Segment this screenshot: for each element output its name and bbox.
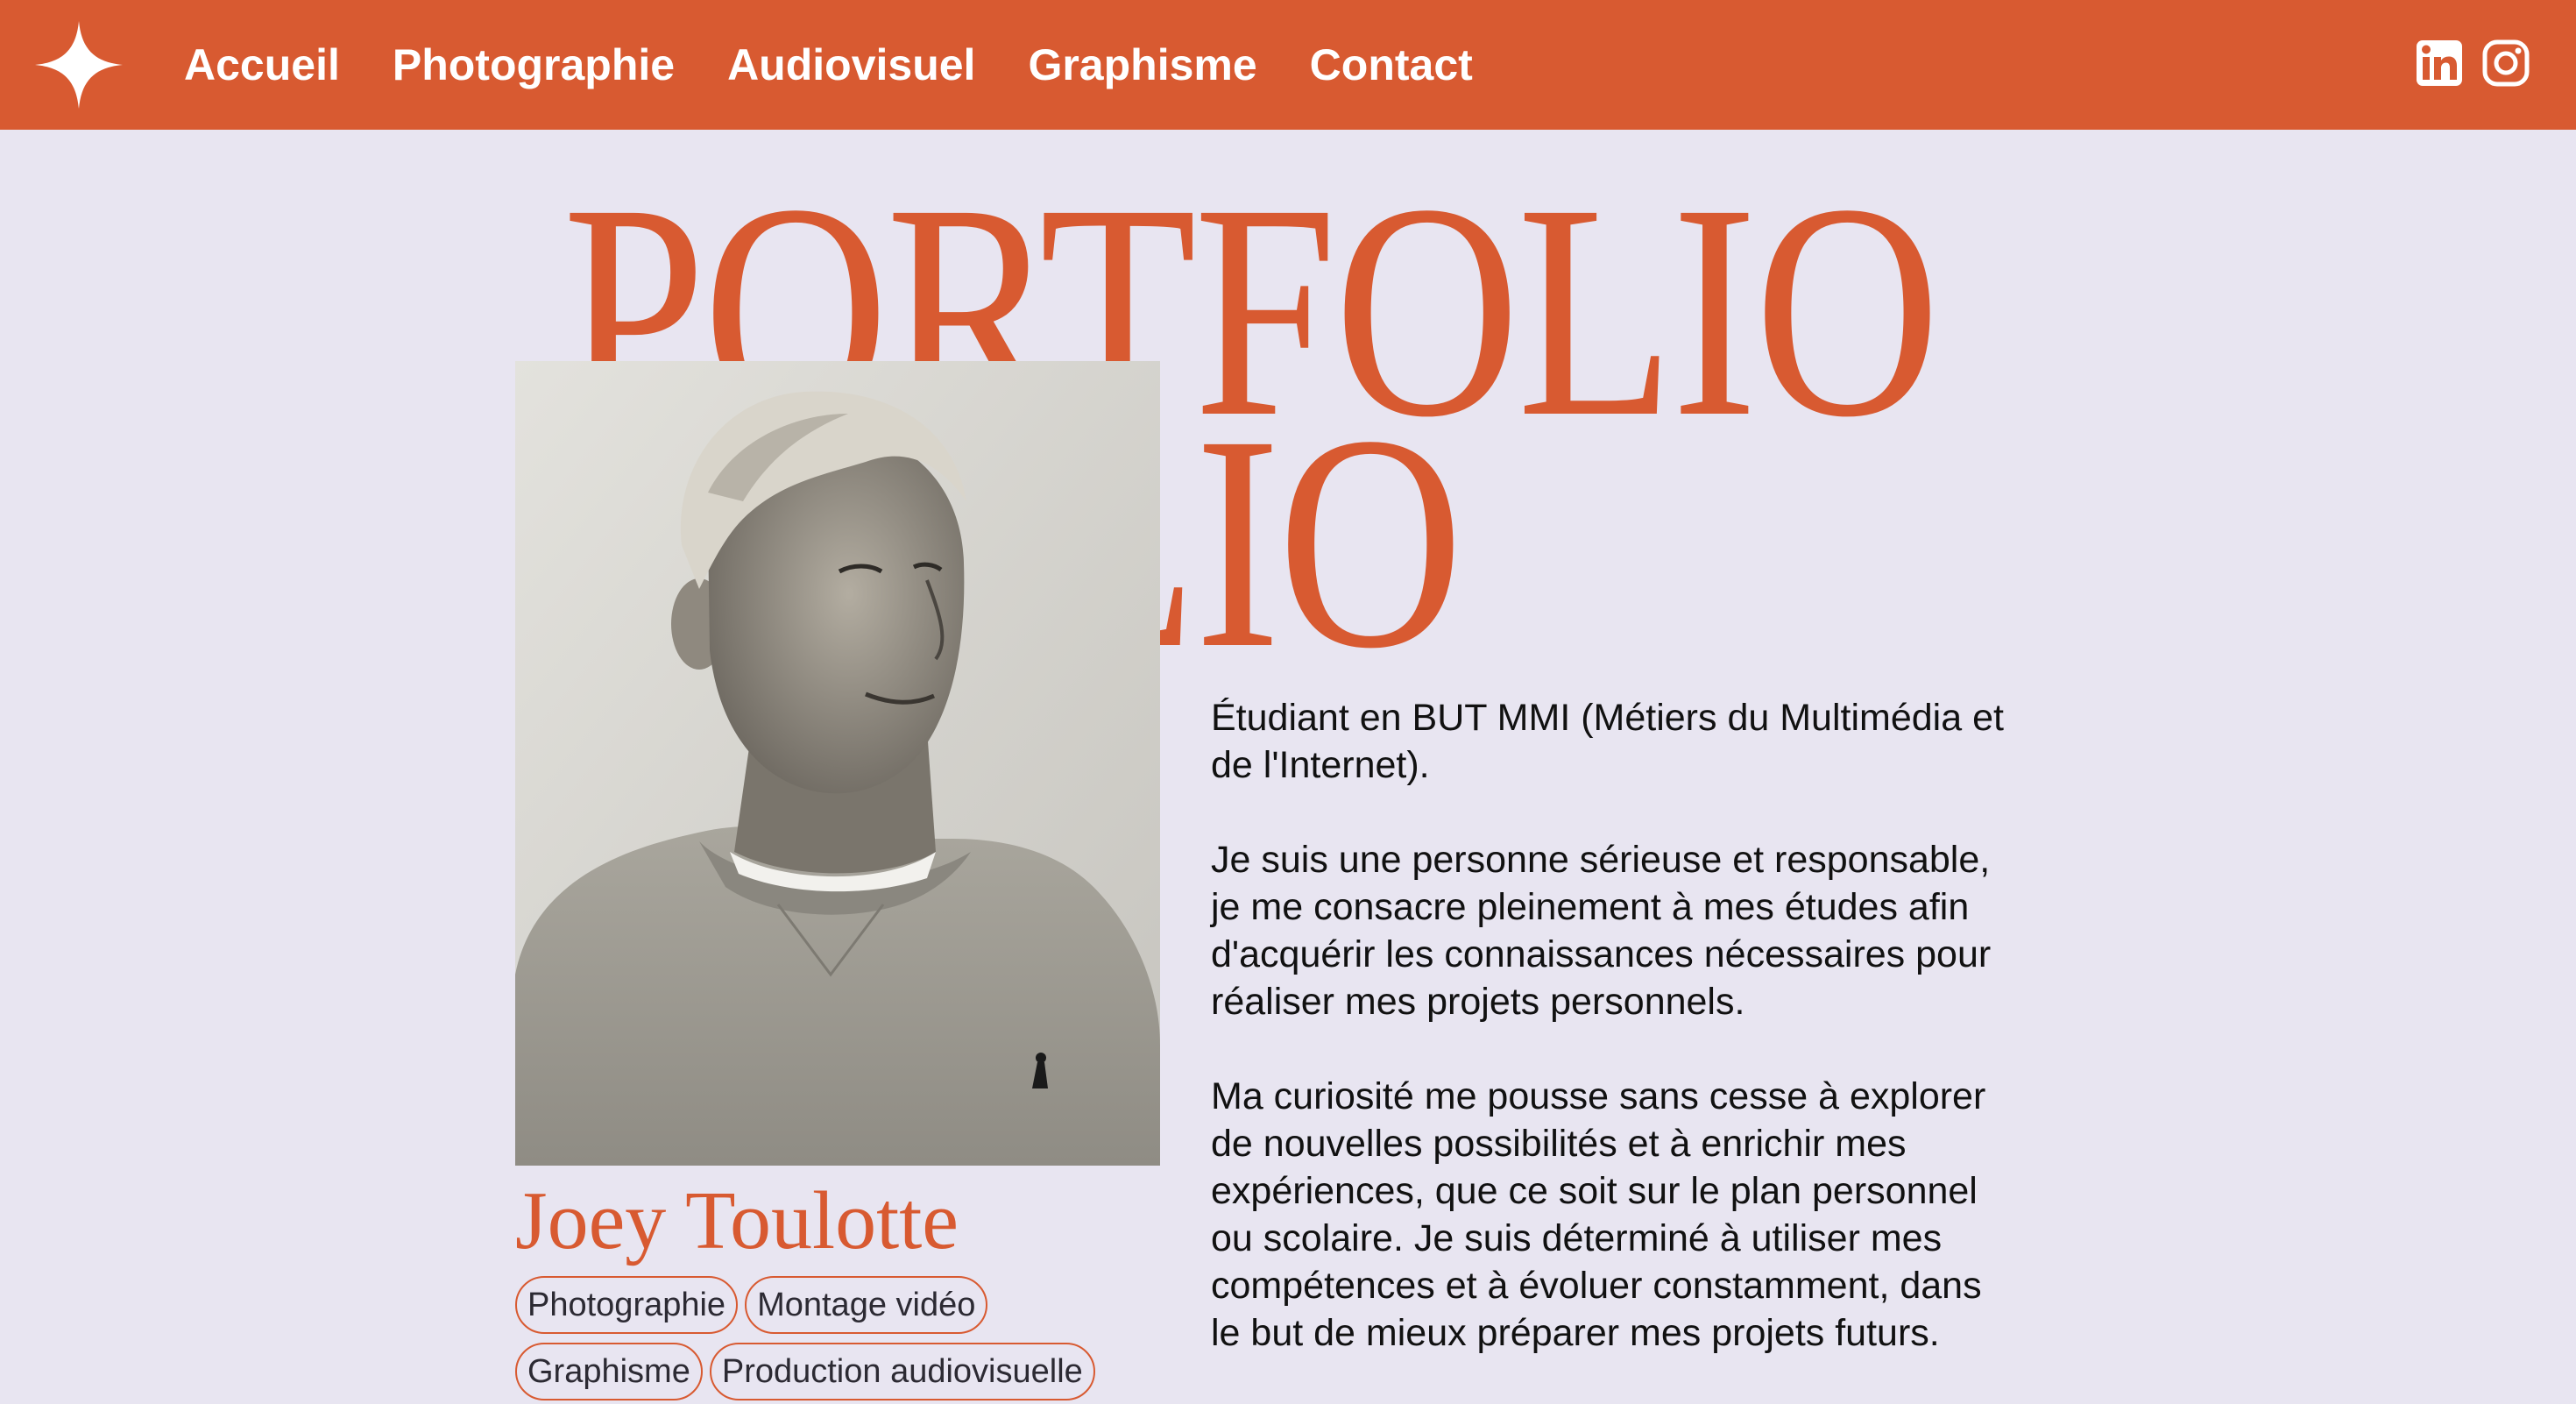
profile-name: Joey Toulotte (515, 1175, 959, 1266)
social-links (2415, 39, 2530, 88)
tag-montage-video: Montage vidéo (745, 1276, 988, 1334)
bio-paragraph-1: Étudiant en BUT MMI (Métiers du Multiméd… (1211, 697, 2004, 786)
tag-production-audiovisuelle: Production audiovisuelle (709, 1343, 1095, 1400)
portrait-photo (515, 361, 1160, 1166)
tag-photographie: Photographie (515, 1276, 739, 1334)
top-navbar: Accueil Photographie Audiovisuel Graphis… (0, 0, 2576, 130)
bio-paragraph-3: Ma curiosité me pousse sans cesse à expl… (1211, 1075, 1986, 1354)
nav-link-photographie[interactable]: Photographie (393, 39, 675, 90)
bio-paragraph-2: Je suis une personne sérieuse et respons… (1211, 839, 1992, 1023)
four-point-star-icon[interactable] (35, 21, 123, 109)
nav-link-graphisme[interactable]: Graphisme (1028, 39, 1256, 90)
nav-link-accueil[interactable]: Accueil (184, 39, 340, 90)
nav-links: Accueil Photographie Audiovisuel Graphis… (184, 0, 1473, 130)
nav-link-contact[interactable]: Contact (1310, 39, 1473, 90)
skill-tags: Photographie Montage vidéo Graphisme Pro… (515, 1276, 1181, 1400)
nav-link-audiovisuel[interactable]: Audiovisuel (727, 39, 975, 90)
instagram-icon[interactable] (2481, 39, 2530, 88)
bio-text: Étudiant en BUT MMI (Métiers du Multiméd… (1211, 694, 2087, 1404)
linkedin-icon[interactable] (2415, 39, 2464, 88)
tag-graphisme: Graphisme (515, 1343, 703, 1400)
